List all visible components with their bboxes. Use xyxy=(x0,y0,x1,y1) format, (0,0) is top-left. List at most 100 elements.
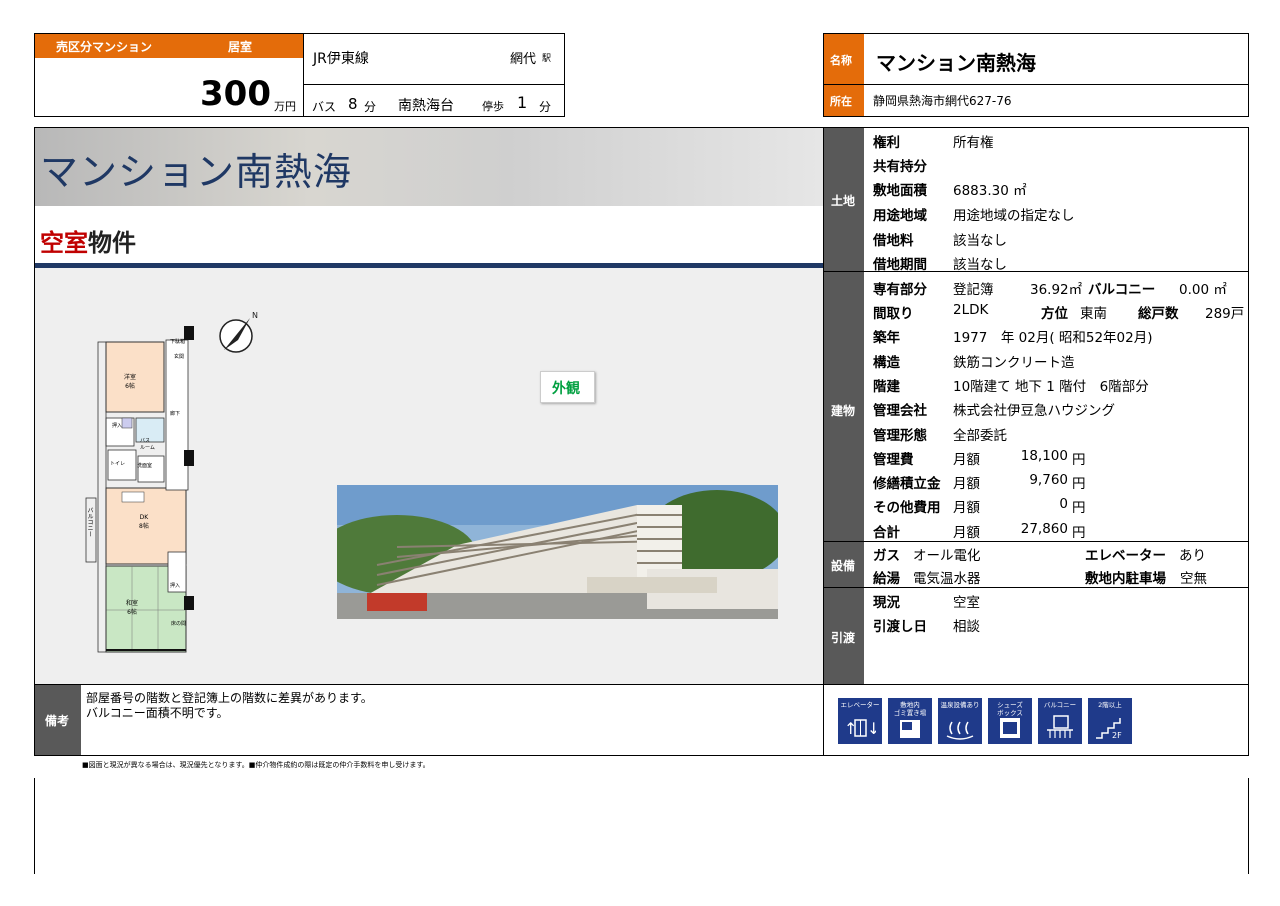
banner-sub-red: 空室 xyxy=(40,228,88,257)
room-dk: DK 8帖 xyxy=(139,514,149,530)
fee-unit: 円 xyxy=(1072,452,1086,468)
room-western: 洋室 6帖 xyxy=(124,374,137,390)
room-entrance: 玄関 xyxy=(174,354,185,360)
land-row-key: 借地料 xyxy=(873,233,914,249)
land-row-key: 共有持分 xyxy=(873,159,927,175)
status-key: 現況 xyxy=(873,595,900,611)
floors-key: 階建 xyxy=(873,379,900,395)
lower-right-line xyxy=(1248,778,1249,874)
elevator-value: あり xyxy=(1179,548,1206,564)
svg-text:↓: ↓ xyxy=(867,719,876,738)
status-value: 空室 xyxy=(953,595,980,611)
walk-label: 停歩 xyxy=(482,100,504,113)
water-key: 給湯 xyxy=(873,571,900,587)
building-label: 建物 xyxy=(831,404,856,418)
exclusive-area: 36.92㎡ xyxy=(1030,282,1083,298)
handover-label: 引渡 xyxy=(831,631,856,645)
room-closet: 押入 xyxy=(112,423,123,429)
land-row-key: 用途地域 xyxy=(873,208,927,224)
fee-unit: 円 xyxy=(1072,476,1086,492)
balcony-value: 0.00 ㎡ xyxy=(1179,282,1227,298)
lower-left-line xyxy=(34,778,35,874)
fee-unit: 円 xyxy=(1072,500,1086,516)
floor-plan xyxy=(85,326,194,653)
structure-value: 鉄筋コンクリート造 xyxy=(953,355,1075,371)
price-value: 300 xyxy=(200,74,271,114)
fee-amount: 9,760 xyxy=(1029,472,1068,488)
address-label: 所在 xyxy=(830,95,852,108)
walk-minutes: 1 xyxy=(517,93,528,112)
exclusive-registry: 登記簿 xyxy=(953,282,994,298)
parking-key: 敷地内駐車場 xyxy=(1085,571,1166,587)
fee-amount: 0 xyxy=(1059,496,1068,512)
exterior-label: 外観 xyxy=(552,381,580,397)
floors-value: 10階建て 地下 1 階付 6階部分 xyxy=(953,379,1149,395)
bus-label: バス xyxy=(312,100,337,114)
icon-caption: エレベーター xyxy=(840,701,880,709)
room-storage: 下駄箱 xyxy=(170,339,186,345)
shoe-box-icon: シューズ ボックス xyxy=(988,698,1032,744)
icon-strip: エレベーター ↑ ↓ 敷地内 ゴミ置き場 温泉設備あり シューズ ボックス バルコ… xyxy=(838,698,1138,746)
land-row-value: 用途地域の指定なし xyxy=(953,208,1075,224)
banner-sub-black: 物件 xyxy=(88,228,136,257)
category-label: 売区分マンション xyxy=(56,40,153,54)
room-hallway: 廊下 xyxy=(170,411,181,417)
building-divider xyxy=(823,541,1249,542)
footnote: ■図面と現況が異なる場合は、現況優先となります。■仲介物件成約の際は既定の仲介手… xyxy=(82,761,430,769)
fee-key: 合計 xyxy=(873,525,900,541)
equipment-divider xyxy=(823,587,1249,588)
room-toilet: トイレ xyxy=(110,461,126,467)
land-row-value: 該当なし xyxy=(953,257,1007,273)
structure-key: 構造 xyxy=(873,355,900,371)
handover-date-key: 引渡し日 xyxy=(873,619,927,635)
fee-key: その他費用 xyxy=(873,500,941,516)
svg-text:2F: 2F xyxy=(1112,731,1122,740)
fee-unit: 円 xyxy=(1072,525,1086,541)
room-balcony: バルコニー xyxy=(86,507,93,537)
gas-key: ガス xyxy=(873,548,900,564)
land-row-value: 所有権 xyxy=(953,135,994,151)
room-tokonoma: 床の間 xyxy=(171,621,187,627)
land-label: 土地 xyxy=(831,194,856,208)
room-closet-2: 押入 xyxy=(170,583,181,589)
elevator-key: エレベーター xyxy=(1085,548,1166,564)
layout-value: 2LDK xyxy=(953,302,989,318)
water-value: 電気温水器 xyxy=(913,571,981,587)
mgmt-company-value: 株式会社伊豆急ハウジング xyxy=(953,403,1115,419)
station-suffix: 駅 xyxy=(542,54,552,64)
exterior-photo xyxy=(337,485,778,619)
room-bath: バス ルーム xyxy=(140,438,155,451)
property-name: マンション南熱海 xyxy=(876,51,1036,75)
fee-period: 月額 xyxy=(953,500,980,516)
fee-key: 管理費 xyxy=(873,452,914,468)
room-washroom: 洗面室 xyxy=(137,463,153,469)
fee-amount: 18,100 xyxy=(1020,448,1068,464)
walk-minutes-unit: 分 xyxy=(539,100,552,114)
remarks-line-2: バルコニー面積不明です。 xyxy=(86,706,229,720)
banner-title: マンション南熱海 xyxy=(40,150,353,194)
exclusive-key: 専有部分 xyxy=(873,282,927,298)
garbage-icon: 敷地内 ゴミ置き場 xyxy=(888,698,932,744)
fee-key: 修繕積立金 xyxy=(873,476,941,492)
land-row-value: 6883.30 ㎡ xyxy=(953,183,1027,199)
hot-spring-icon: 温泉設備あり xyxy=(938,698,982,744)
land-row-key: 権利 xyxy=(873,135,900,151)
equipment-label: 設備 xyxy=(831,559,856,573)
elevator-icon: エレベーター ↑ ↓ xyxy=(838,698,882,744)
icon-caption: 2階以上 xyxy=(1098,701,1122,709)
built-key: 築年 xyxy=(873,330,900,346)
units-key: 総戸数 xyxy=(1138,306,1179,322)
land-row-value: 該当なし xyxy=(953,233,1007,249)
fee-amount: 27,860 xyxy=(1020,521,1068,537)
direction-value: 東南 xyxy=(1080,306,1107,322)
icon-caption: 温泉設備あり xyxy=(940,701,980,709)
svg-text:N: N xyxy=(252,311,258,320)
units-value: 289戸 xyxy=(1205,306,1245,322)
icon-caption: バルコニー xyxy=(1043,701,1077,709)
name-label: 名称 xyxy=(830,54,852,67)
bus-stop-name: 南熱海台 xyxy=(398,98,454,114)
station-name: 網代 xyxy=(510,52,537,67)
layout-key: 間取り xyxy=(873,306,914,322)
gas-value: オール電化 xyxy=(913,548,981,564)
bus-minutes: 8 xyxy=(348,95,358,113)
